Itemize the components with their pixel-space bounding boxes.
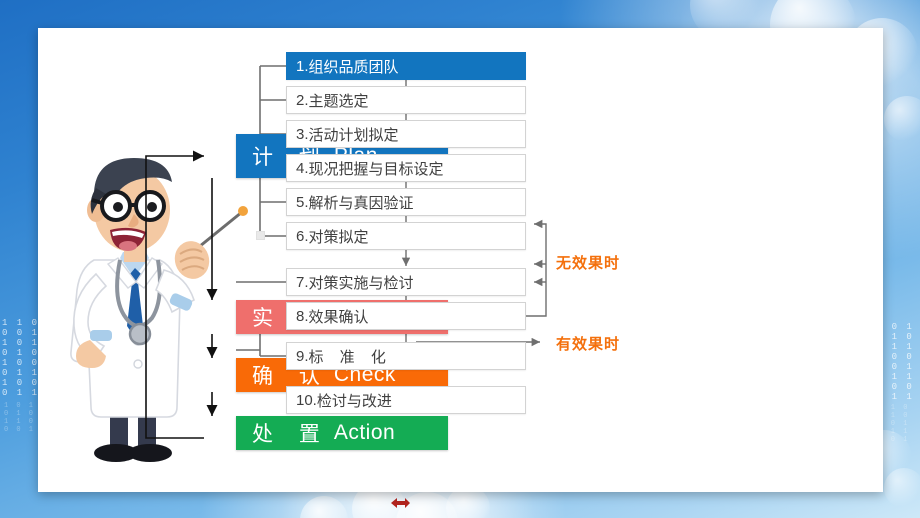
step-box-9[interactable]: 9. 标 准 化 <box>286 342 526 370</box>
bokeh-circle <box>884 468 920 508</box>
step-box-1[interactable]: 1. 组织品质团队 <box>286 52 526 80</box>
step-box-5[interactable]: 5. 解析与真因验证 <box>286 188 526 216</box>
binary-texture-left-small: 1 0 1 0 1 0 1 1 0 0 0 1 <box>4 402 36 434</box>
bokeh-circle <box>884 96 920 142</box>
step-box-6[interactable]: 6. 对策拟定 <box>286 222 526 250</box>
step-number: 2. <box>296 91 309 109</box>
step-number: 10. <box>296 391 317 409</box>
step-box-7[interactable]: 7. 对策实施与检讨 <box>286 268 526 296</box>
step-label: 对策拟定 <box>308 228 369 246</box>
step-box-10[interactable]: 10. 检讨与改进 <box>286 386 526 414</box>
step-label: 对策实施与检讨 <box>308 274 414 292</box>
step-number: 4. <box>296 159 309 177</box>
step-box-4[interactable]: 4. 现况把握与目标设定 <box>286 154 526 182</box>
loop-label-effective: 有效果时 <box>556 336 621 353</box>
phase-box-action[interactable]: 处 置 Action <box>236 416 448 450</box>
phase-label-cn: 处 置 <box>252 423 330 446</box>
binary-texture-left: 1 1 0 0 0 1 1 0 1 0 1 0 1 0 0 0 1 1 1 0 … <box>2 318 40 398</box>
content-card: 计 划 Plan 实 施 Do 确 认 Check 处 置 Action 1.组… <box>38 28 883 492</box>
bokeh-circle <box>300 496 348 518</box>
step-box-8[interactable]: 8. 效果确认 <box>286 302 526 330</box>
step-label: 解析与真因验证 <box>308 194 414 212</box>
step-number: 9. <box>296 347 309 365</box>
bottom-marker-icon <box>391 498 410 508</box>
step-number: 3. <box>296 125 309 143</box>
step-number: 1. <box>296 57 309 75</box>
step-label: 组织品质团队 <box>308 58 399 76</box>
step-label: 主题选定 <box>308 92 369 110</box>
phase-label-en: Action <box>333 421 396 444</box>
step-label: 检讨与改进 <box>316 392 392 410</box>
step-number: 5. <box>296 193 309 211</box>
collapse-handle[interactable] <box>256 231 265 240</box>
step-label: 活动计划拟定 <box>308 126 399 144</box>
step-label: 现况把握与目标设定 <box>308 160 444 178</box>
step-box-2[interactable]: 2. 主题选定 <box>286 86 526 114</box>
step-box-3[interactable]: 3. 活动计划拟定 <box>286 120 526 148</box>
step-label: 效果确认 <box>308 308 369 326</box>
step-number: 8. <box>296 307 309 325</box>
slide-root: 1 1 0 1 0 0 1 0 1 0 1 1 0 1 0 0 1 0 0 1 … <box>0 0 920 518</box>
step-number: 7. <box>296 273 309 291</box>
loop-label-ineffective: 无效果时 <box>556 255 621 272</box>
step-number: 6. <box>296 227 309 245</box>
step-label: 标 准 化 <box>308 348 392 366</box>
